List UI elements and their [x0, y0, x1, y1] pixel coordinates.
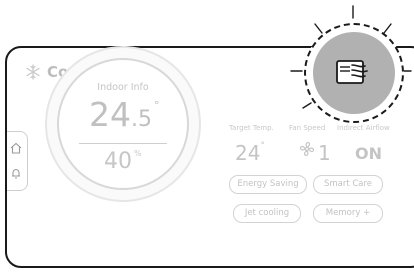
indirect-airflow-value[interactable]: ON [355, 144, 382, 163]
home-icon[interactable] [9, 141, 23, 155]
side-tab [7, 131, 28, 191]
target-temp-label: Target Temp. [229, 124, 274, 132]
smart-care-button[interactable]: Smart Care [313, 175, 383, 194]
snowflake-icon [26, 64, 40, 80]
target-temp-value[interactable]: 24° [235, 141, 265, 165]
jet-cooling-button[interactable]: Jet cooling [233, 204, 301, 223]
indoor-humidity: 40% [104, 149, 142, 174]
indoor-temperature: 24.5 ° [89, 95, 160, 134]
indirect-airflow-icon[interactable] [334, 55, 372, 91]
indoor-info-panel[interactable]: Indoor Info 24.5 ° 40% [57, 58, 189, 190]
fan-icon [299, 141, 315, 157]
indirect-airflow-label: Indirect Airflow [337, 124, 390, 132]
fan-speed-value[interactable]: 1 [318, 141, 331, 165]
divider [79, 143, 167, 144]
fan-speed-label: Fan Speed [289, 124, 326, 132]
energy-saving-button[interactable]: Energy Saving [229, 175, 307, 194]
indoor-info-label: Indoor Info [97, 82, 149, 93]
bell-icon[interactable] [9, 166, 23, 180]
memory-plus-button[interactable]: Memory + [313, 204, 383, 223]
